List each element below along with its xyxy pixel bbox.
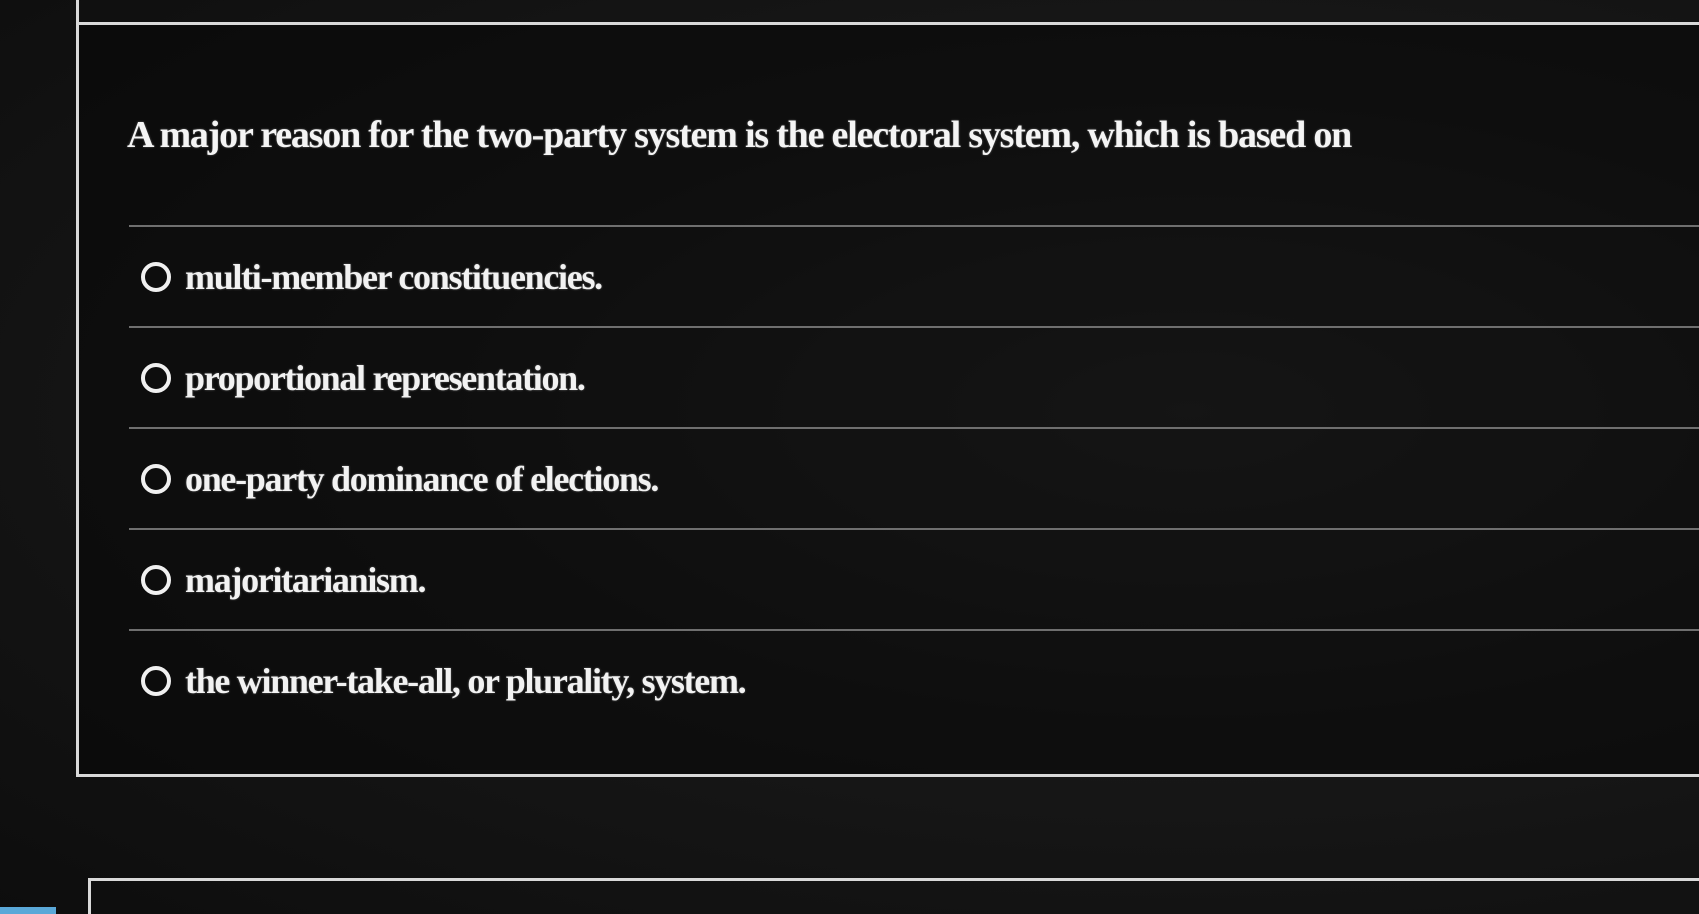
answer-option-label: multi-member constituencies. (185, 256, 603, 297)
answer-option-4[interactable]: majoritarianism. (129, 528, 1699, 629)
radio-button-icon[interactable] (141, 261, 171, 292)
answer-option-5[interactable]: the winner-take-all, or plurality, syste… (129, 629, 1699, 730)
corner-tab (0, 907, 56, 914)
answer-option-2[interactable]: proportional representation. (129, 326, 1699, 427)
answer-option-label: the winner-take-all, or plurality, syste… (185, 660, 747, 701)
answer-options: multi-member constituencies. proportiona… (129, 225, 1699, 730)
answer-option-1[interactable]: multi-member constituencies. (129, 225, 1699, 326)
radio-button-icon[interactable] (141, 665, 171, 696)
radio-button-icon[interactable] (141, 564, 171, 595)
question-card: A major reason for the two-party system … (76, 22, 1699, 777)
answer-option-label: majoritarianism. (185, 559, 426, 600)
answer-option-label: proportional representation. (185, 357, 586, 398)
card-top-border (76, 0, 79, 22)
radio-button-icon[interactable] (141, 362, 171, 393)
question-text: A major reason for the two-party system … (127, 114, 1352, 156)
next-question-card (88, 878, 1699, 914)
answer-option-3[interactable]: one-party dominance of elections. (129, 427, 1699, 528)
radio-button-icon[interactable] (141, 463, 171, 494)
answer-option-label: one-party dominance of elections. (185, 458, 659, 499)
